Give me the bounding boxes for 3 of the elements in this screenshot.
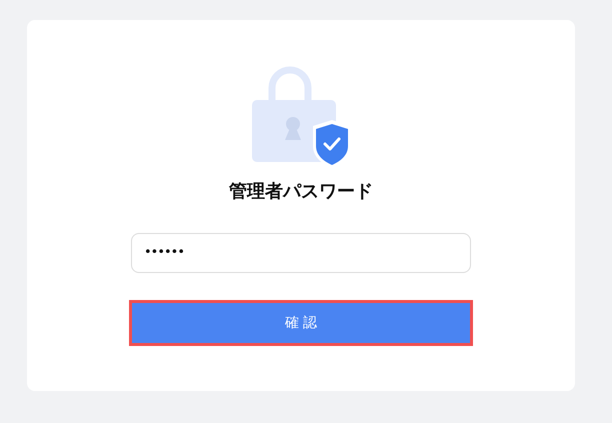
page-title: 管理者パスワード xyxy=(229,180,373,204)
password-field[interactable]: •••••• xyxy=(131,233,471,273)
confirm-button[interactable]: 確 認 xyxy=(129,300,473,346)
